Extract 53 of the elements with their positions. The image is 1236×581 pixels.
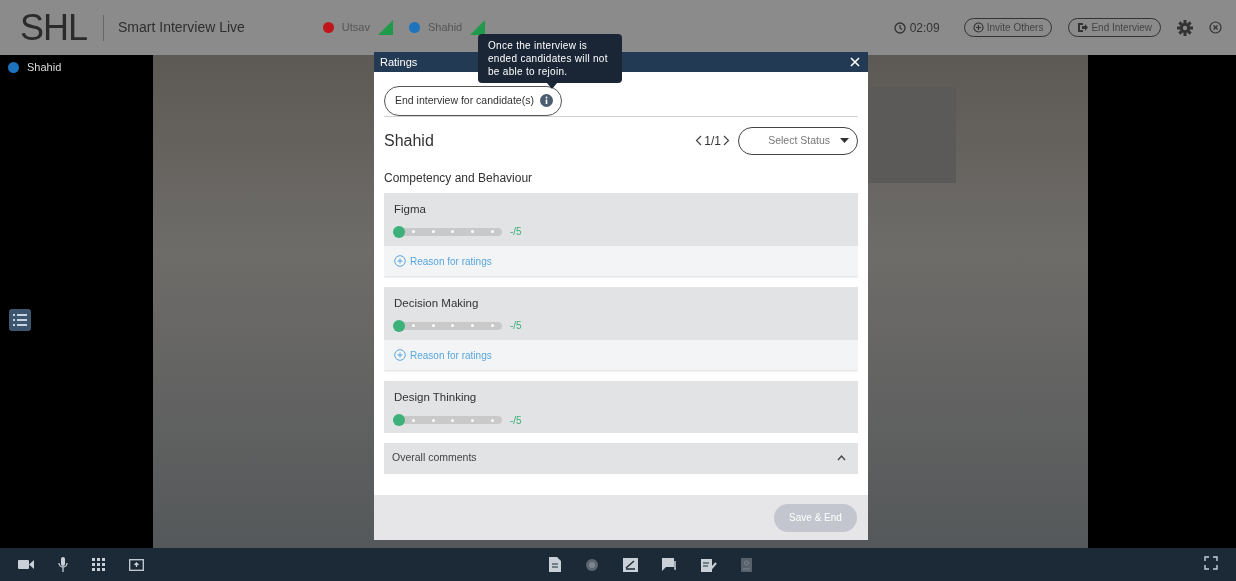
tooltip-arrow — [547, 82, 557, 89]
caret-icon — [840, 138, 849, 144]
competency-name: Figma — [394, 201, 427, 217]
info-icon[interactable] — [539, 94, 553, 108]
modal-title: Ratings — [380, 54, 418, 70]
competency-name: Decision Making — [394, 296, 480, 311]
chevron-left-icon[interactable] — [695, 135, 703, 147]
participant-name: Shahid — [27, 60, 62, 75]
plus-circle-icon — [394, 349, 406, 362]
signal-icon — [378, 20, 393, 35]
slider-thumb[interactable] — [393, 319, 405, 332]
plus-circle-icon — [394, 255, 406, 267]
person-card-icon[interactable] — [741, 557, 752, 572]
page-indicator: 1/1 — [704, 132, 721, 150]
fullscreen-icon[interactable] — [1204, 555, 1218, 570]
exit-icon — [1077, 22, 1089, 33]
end-candidate-button[interactable]: End interview for candidate(s) — [384, 86, 562, 116]
timer: 02:09 — [909, 19, 940, 37]
list-toggle-button[interactable] — [9, 309, 31, 331]
video-camera-icon[interactable] — [18, 559, 34, 570]
list-icon — [13, 314, 27, 326]
settings-icon[interactable] — [1177, 19, 1193, 36]
overall-comments-toggle[interactable]: Overall comments — [384, 442, 858, 474]
rating-slider[interactable] — [394, 227, 502, 236]
plus-circle-icon — [972, 22, 984, 33]
app-title: Smart Interview Live — [118, 18, 245, 37]
candidate-name: Shahid — [384, 130, 434, 151]
clock-icon — [893, 21, 906, 34]
chevron-icon — [837, 455, 846, 462]
clipboard-edit-icon[interactable] — [701, 557, 717, 572]
status-select[interactable]: Select Status — [738, 126, 858, 155]
competency-name: Design Thinking — [394, 390, 478, 406]
rating-score: -/5 — [510, 413, 522, 428]
rating-score: -/5 — [510, 319, 522, 334]
grid-icon[interactable] — [92, 558, 105, 571]
document-icon[interactable] — [549, 557, 561, 572]
rating-slider[interactable] — [394, 416, 502, 424]
chat-icon[interactable] — [662, 557, 677, 572]
logo: SHL — [20, 9, 88, 46]
chevron-right-icon[interactable] — [723, 135, 730, 147]
rating-score: -/5 — [510, 225, 522, 239]
slider-thumb[interactable] — [393, 225, 405, 238]
microphone-icon[interactable] — [58, 557, 68, 572]
section-title: Competency and Behaviour — [384, 169, 534, 187]
signature-icon[interactable] — [623, 557, 638, 572]
reason-link[interactable]: Reason for ratings — [394, 253, 492, 269]
slider-thumb[interactable] — [393, 414, 405, 426]
reason-link[interactable]: Reason for ratings — [394, 347, 492, 363]
record-icon[interactable] — [585, 557, 599, 572]
screen-share-icon[interactable] — [129, 558, 144, 571]
signal-icon — [470, 20, 486, 35]
rating-slider[interactable] — [394, 321, 502, 330]
tooltip: Once the interview is ended candidates will not be able to rejoin. — [478, 33, 622, 83]
